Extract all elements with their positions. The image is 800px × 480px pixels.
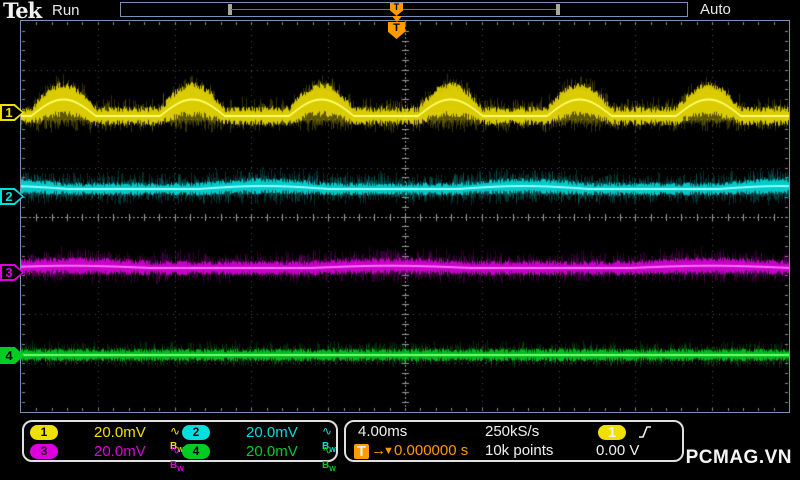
channel-3-readout[interactable]: 3 20.0mV ∿ BW bbox=[30, 442, 184, 473]
channel-2-marker-label: 2 bbox=[5, 189, 13, 204]
channel-4-readout[interactable]: 4 20.0mV ∿ BW bbox=[182, 442, 336, 473]
trigger-position-value: 0.000000 s bbox=[394, 442, 469, 459]
channel-1-position-marker[interactable]: 1 bbox=[0, 104, 24, 121]
channel-4-position-marker[interactable]: 4 bbox=[0, 347, 24, 364]
channel-4-marker-label: 4 bbox=[5, 348, 13, 363]
sample-rate: 250kS/s bbox=[485, 423, 540, 440]
rising-edge-icon bbox=[639, 426, 651, 438]
record-view-bar: T bbox=[120, 2, 688, 17]
channel-1-badge: 1 bbox=[30, 425, 58, 440]
trigger-source-badge: 1 bbox=[598, 425, 626, 440]
channel-4-coupling-icons: ∿ BW bbox=[322, 443, 336, 473]
channel-1-scale: 20.0mV bbox=[94, 424, 146, 441]
timebase-trigger-readout-box[interactable]: 4.00ms 250kS/s 1 T → ▼ 0.000000 s 10k po… bbox=[344, 420, 684, 462]
ac-coupling-icon: ∿ bbox=[170, 424, 181, 438]
channel-3-position-marker[interactable]: 3 bbox=[0, 264, 24, 281]
record-view-trigger-position-icon[interactable]: T bbox=[390, 3, 403, 16]
timebase-scale: 4.00ms bbox=[358, 423, 408, 440]
bandwidth-limit-icon: BW bbox=[170, 460, 184, 473]
record-view-right-bracket[interactable] bbox=[556, 4, 560, 15]
acquisition-state-label: Run bbox=[52, 2, 80, 19]
waveform-canvas bbox=[21, 21, 789, 412]
channel-4-scale: 20.0mV bbox=[246, 443, 298, 460]
channel-2-position-marker[interactable]: 2 bbox=[0, 188, 24, 205]
channel-3-marker-label: 3 bbox=[5, 265, 13, 280]
trigger-caret-icon bbox=[392, 16, 402, 22]
channel-3-badge: 3 bbox=[30, 444, 58, 459]
channel-1-marker-label: 1 bbox=[5, 105, 13, 120]
trigger-time-icon: T bbox=[354, 444, 369, 459]
channel-2-badge: 2 bbox=[182, 425, 210, 440]
channel-3-scale: 20.0mV bbox=[94, 443, 146, 460]
ac-coupling-icon: ∿ bbox=[322, 424, 333, 438]
bandwidth-limit-icon: BW bbox=[322, 460, 336, 473]
channel-2-readout[interactable]: 2 20.0mV ∿ BW bbox=[182, 423, 336, 454]
channel-2-scale: 20.0mV bbox=[246, 424, 298, 441]
channel-1-readout[interactable]: 1 20.0mV ∿ BW bbox=[30, 423, 184, 454]
channel-readout-box: 1 20.0mV ∿ BW 2 20.0mV ∿ BW 3 20.0mV ∿ B… bbox=[22, 420, 338, 473]
ac-coupling-icon: ∿ bbox=[170, 443, 181, 457]
trigger-mode-label: Auto bbox=[700, 1, 731, 18]
oscilloscope-screen: Tek Run Auto T T 1 2 3 4 1 20.0mV ∿ BW 2… bbox=[0, 0, 800, 480]
channel-4-badge: 4 bbox=[182, 444, 210, 459]
graticule bbox=[20, 20, 790, 413]
ac-coupling-icon: ∿ bbox=[322, 443, 333, 457]
record-length: 10k points bbox=[485, 442, 554, 459]
trigger-pointer-icon: ▼ bbox=[383, 445, 394, 457]
watermark: PCMAG.VN bbox=[685, 447, 792, 468]
trigger-level-value: 0.00 V bbox=[596, 442, 640, 459]
